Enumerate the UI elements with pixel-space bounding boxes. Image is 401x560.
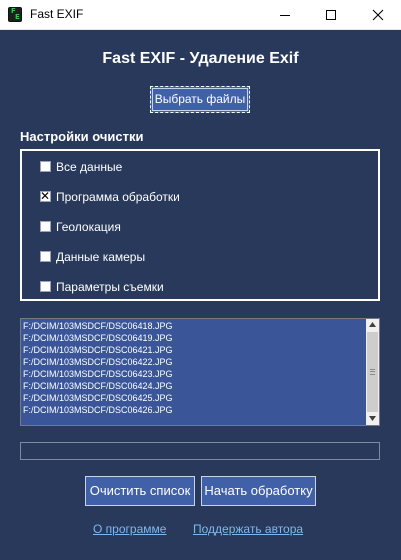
file-list-scrollbar[interactable] — [366, 319, 379, 425]
scroll-up-button[interactable] — [366, 319, 379, 331]
title-bar: F E Fast EXIF — [0, 0, 401, 30]
grip-icon — [370, 369, 375, 375]
start-processing-button[interactable]: Начать обработку — [201, 476, 316, 506]
list-item[interactable]: F:/DCIM/103MSDCF/DSC06418.JPG — [23, 321, 173, 332]
chevron-up-icon — [369, 322, 376, 327]
progress-bar — [20, 442, 380, 460]
minimize-button[interactable] — [262, 0, 308, 30]
list-item[interactable]: F:/DCIM/103MSDCF/DSC06423.JPG — [23, 369, 173, 380]
app-icon: F E — [8, 7, 22, 22]
scroll-thumb[interactable] — [367, 332, 378, 412]
list-item[interactable]: F:/DCIM/103MSDCF/DSC06424.JPG — [23, 381, 173, 392]
checkbox-shooting-parameters[interactable] — [40, 281, 51, 292]
checkbox-processing-software[interactable]: ✕ — [40, 189, 51, 203]
scroll-down-button[interactable] — [366, 413, 379, 425]
check-mark-icon: ✕ — [40, 189, 51, 203]
file-list[interactable]: F:/DCIM/103MSDCF/DSC06418.JPG F:/DCIM/10… — [20, 318, 380, 426]
app-icon-letter-e: E — [15, 13, 20, 21]
option-label: Данные камеры — [56, 250, 146, 264]
settings-group: Все данные ✕ Программа обработки Геолока… — [20, 149, 380, 301]
close-icon — [372, 9, 384, 21]
list-item[interactable]: F:/DCIM/103MSDCF/DSC06422.JPG — [23, 357, 173, 368]
minimize-icon — [280, 15, 290, 16]
checkbox-all-data[interactable] — [40, 161, 51, 172]
close-button[interactable] — [355, 0, 401, 30]
page-title: Fast EXIF - Удаление Exif — [102, 50, 299, 67]
list-item[interactable]: F:/DCIM/103MSDCF/DSC06426.JPG — [23, 405, 173, 416]
clear-list-button[interactable]: Очистить список — [85, 476, 195, 506]
file-list-items: F:/DCIM/103MSDCF/DSC06418.JPG F:/DCIM/10… — [21, 319, 366, 425]
chevron-down-icon — [369, 416, 376, 421]
checkbox-geolocation[interactable] — [40, 221, 51, 232]
support-author-link[interactable]: Поддержать автора — [193, 522, 303, 536]
maximize-button[interactable] — [308, 0, 354, 30]
list-item[interactable]: F:/DCIM/103MSDCF/DSC06421.JPG — [23, 345, 173, 356]
list-item[interactable]: F:/DCIM/103MSDCF/DSC06419.JPG — [23, 333, 173, 344]
option-label: Параметры съемки — [56, 280, 164, 294]
main-panel: Fast EXIF - Удаление Exif Выбрать файлы … — [0, 30, 401, 560]
option-label: Все данные — [56, 160, 123, 174]
select-files-button[interactable]: Выбрать файлы — [150, 86, 250, 113]
maximize-icon — [326, 10, 336, 20]
settings-label: Настройки очистки — [20, 129, 144, 144]
option-label: Программа обработки — [56, 190, 180, 204]
list-item[interactable]: F:/DCIM/103MSDCF/DSC06425.JPG — [23, 393, 173, 404]
option-label: Геолокация — [56, 220, 121, 234]
about-link[interactable]: О программе — [93, 522, 166, 536]
window-title: Fast EXIF — [30, 7, 84, 21]
checkbox-camera-data[interactable] — [40, 251, 51, 262]
